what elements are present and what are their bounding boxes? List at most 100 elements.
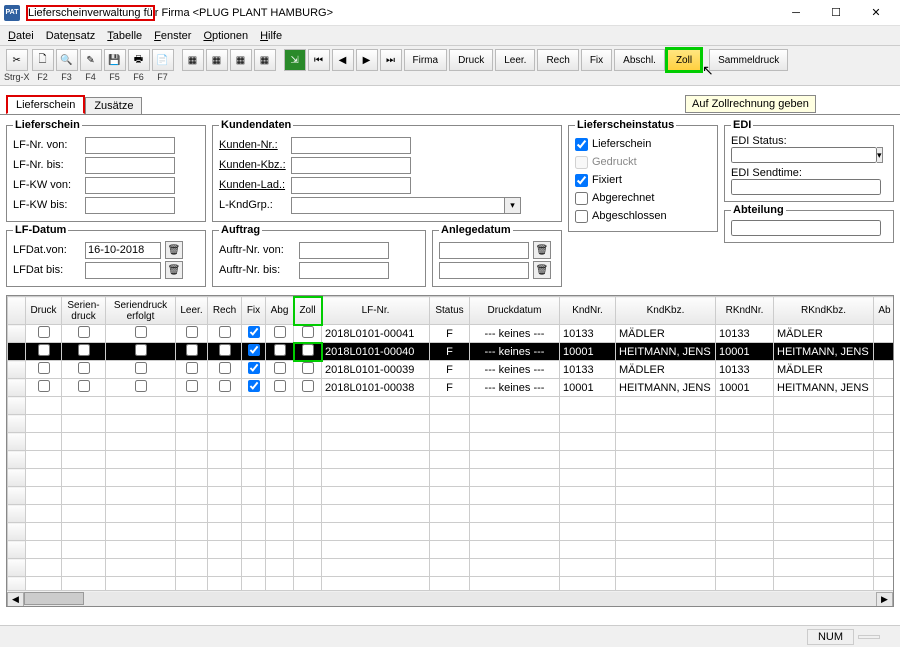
grid-checkbox[interactable] bbox=[78, 326, 90, 338]
in-edi-status[interactable] bbox=[731, 147, 877, 163]
scroll-right-icon[interactable]: ▶ bbox=[876, 592, 893, 607]
in-lfnr-von[interactable] bbox=[85, 137, 175, 154]
chk-fixiert[interactable] bbox=[575, 174, 588, 187]
in-edi-sendtime[interactable] bbox=[731, 179, 881, 195]
col-header[interactable]: Druck bbox=[26, 297, 62, 325]
menu-optionen[interactable]: Optionen bbox=[197, 28, 254, 44]
btn-anlege-von[interactable]: 🗑 bbox=[533, 241, 551, 259]
col-header[interactable]: Seriendruckerfolgt bbox=[106, 297, 176, 325]
drop-edi-status[interactable]: ▾ bbox=[877, 147, 883, 163]
btn-lfdat-von-clear[interactable]: 🗑 bbox=[165, 241, 183, 259]
in-kunden-kbz[interactable] bbox=[291, 157, 411, 174]
tb-f7[interactable]: 📄 bbox=[152, 49, 174, 71]
tb-grid3[interactable]: ▦ bbox=[230, 49, 252, 71]
tb-rech[interactable]: Rech bbox=[537, 49, 578, 71]
tb-druck[interactable]: Druck bbox=[449, 49, 493, 71]
grid-checkbox[interactable] bbox=[186, 362, 198, 374]
table-row[interactable]: 2018L0101-00041F--- keines ---10133MÄDLE… bbox=[8, 325, 895, 343]
grid-checkbox[interactable] bbox=[219, 362, 231, 374]
tb-firma[interactable]: Firma bbox=[404, 49, 448, 71]
grid-checkbox[interactable] bbox=[274, 362, 286, 374]
col-header[interactable]: RKndNr. bbox=[716, 297, 774, 325]
drop-lkndgrp[interactable]: ▾ bbox=[505, 197, 521, 214]
menu-datei[interactable]: Datei bbox=[2, 28, 40, 44]
in-anlege-von[interactable] bbox=[439, 242, 529, 259]
tb-export[interactable]: ⇲ bbox=[284, 49, 306, 71]
col-header[interactable]: Rech bbox=[208, 297, 242, 325]
tb-f2[interactable]: 🗋 bbox=[32, 49, 54, 71]
btn-anlege-bis[interactable]: 🗑 bbox=[533, 261, 551, 279]
grid-checkbox[interactable] bbox=[135, 362, 147, 374]
tab-zusaetze[interactable]: Zusätze bbox=[85, 97, 142, 114]
grid-checkbox[interactable] bbox=[248, 380, 260, 392]
tb-grid4[interactable]: ▦ bbox=[254, 49, 276, 71]
lbl-kunden-kbz[interactable]: Kunden-Kbz.: bbox=[219, 159, 287, 171]
close-button[interactable]: ✕ bbox=[856, 2, 896, 24]
tb-f3[interactable]: 🔍 bbox=[56, 49, 78, 71]
menu-datensatz[interactable]: Datensatz bbox=[40, 28, 102, 44]
tb-fix[interactable]: Fix bbox=[581, 49, 612, 71]
col-header[interactable]: Zoll bbox=[294, 297, 322, 325]
tb-sammeldruck[interactable]: Sammeldruck bbox=[709, 49, 788, 71]
in-lfdat-von[interactable] bbox=[85, 242, 161, 259]
col-header[interactable]: Druckdatum bbox=[470, 297, 560, 325]
maximize-button[interactable]: ☐ bbox=[816, 2, 856, 24]
grid-checkbox[interactable] bbox=[78, 380, 90, 392]
tb-grid2[interactable]: ▦ bbox=[206, 49, 228, 71]
in-kunden-lad[interactable] bbox=[291, 177, 411, 194]
grid-checkbox[interactable] bbox=[302, 326, 314, 338]
grid-checkbox[interactable] bbox=[38, 326, 50, 338]
minimize-button[interactable]: ─ bbox=[776, 2, 816, 24]
btn-lfdat-bis-clear[interactable]: 🗑 bbox=[165, 261, 183, 279]
menu-tabelle[interactable]: Tabelle bbox=[101, 28, 148, 44]
in-auftr-von[interactable] bbox=[299, 242, 389, 259]
menu-hilfe[interactable]: Hilfe bbox=[254, 28, 288, 44]
grid-checkbox[interactable] bbox=[248, 344, 260, 356]
tb-last[interactable]: ⏭ bbox=[380, 49, 402, 71]
table-row[interactable]: 2018L0101-00038F--- keines ---10001HEITM… bbox=[8, 379, 895, 397]
grid-checkbox[interactable] bbox=[38, 344, 50, 356]
col-header[interactable]: Abg bbox=[266, 297, 294, 325]
tb-next[interactable]: ▶ bbox=[356, 49, 378, 71]
tb-leer[interactable]: Leer. bbox=[495, 49, 535, 71]
col-header[interactable]: KndKbz. bbox=[616, 297, 716, 325]
grid-checkbox[interactable] bbox=[274, 344, 286, 356]
scroll-left-icon[interactable]: ◀ bbox=[7, 592, 24, 607]
tb-zoll[interactable]: Zoll bbox=[667, 49, 701, 71]
tb-prev[interactable]: ◀ bbox=[332, 49, 354, 71]
tb-f5[interactable]: 💾 bbox=[104, 49, 126, 71]
grid-checkbox[interactable] bbox=[186, 344, 198, 356]
table-row[interactable]: 2018L0101-00040F--- keines ---10001HEITM… bbox=[8, 343, 895, 361]
tb-cut[interactable]: ✂ bbox=[6, 49, 28, 71]
tb-f4[interactable]: ✎ bbox=[80, 49, 102, 71]
in-abteilung[interactable] bbox=[731, 220, 881, 236]
grid-checkbox[interactable] bbox=[135, 344, 147, 356]
tb-f6[interactable]: 🖶 bbox=[128, 49, 150, 71]
in-anlege-bis[interactable] bbox=[439, 262, 529, 279]
grid-checkbox[interactable] bbox=[302, 380, 314, 392]
in-lkndgrp[interactable] bbox=[291, 197, 505, 214]
grid-checkbox[interactable] bbox=[38, 380, 50, 392]
col-header[interactable]: Ab bbox=[874, 297, 895, 325]
chk-abgerechnet[interactable] bbox=[575, 192, 588, 205]
tb-abschl[interactable]: Abschl. bbox=[614, 49, 665, 71]
in-auftr-bis[interactable] bbox=[299, 262, 389, 279]
col-header[interactable]: Status bbox=[430, 297, 470, 325]
table-row[interactable]: 2018L0101-00039F--- keines ---10133MÄDLE… bbox=[8, 361, 895, 379]
col-header[interactable] bbox=[8, 297, 26, 325]
grid-hscroll[interactable]: ◀ ▶ bbox=[7, 590, 893, 607]
grid-checkbox[interactable] bbox=[135, 326, 147, 338]
grid-checkbox[interactable] bbox=[38, 362, 50, 374]
scroll-thumb[interactable] bbox=[24, 592, 84, 605]
chk-abgeschlossen[interactable] bbox=[575, 210, 588, 223]
lbl-kunden-nr[interactable]: Kunden-Nr.: bbox=[219, 139, 287, 151]
grid-checkbox[interactable] bbox=[274, 380, 286, 392]
grid-checkbox[interactable] bbox=[219, 380, 231, 392]
grid-checkbox[interactable] bbox=[274, 326, 286, 338]
grid-checkbox[interactable] bbox=[248, 362, 260, 374]
in-lfkw-bis[interactable] bbox=[85, 197, 175, 214]
in-lfnr-bis[interactable] bbox=[85, 157, 175, 174]
grid-checkbox[interactable] bbox=[135, 380, 147, 392]
col-header[interactable]: Leer. bbox=[176, 297, 208, 325]
in-kunden-nr[interactable] bbox=[291, 137, 411, 154]
